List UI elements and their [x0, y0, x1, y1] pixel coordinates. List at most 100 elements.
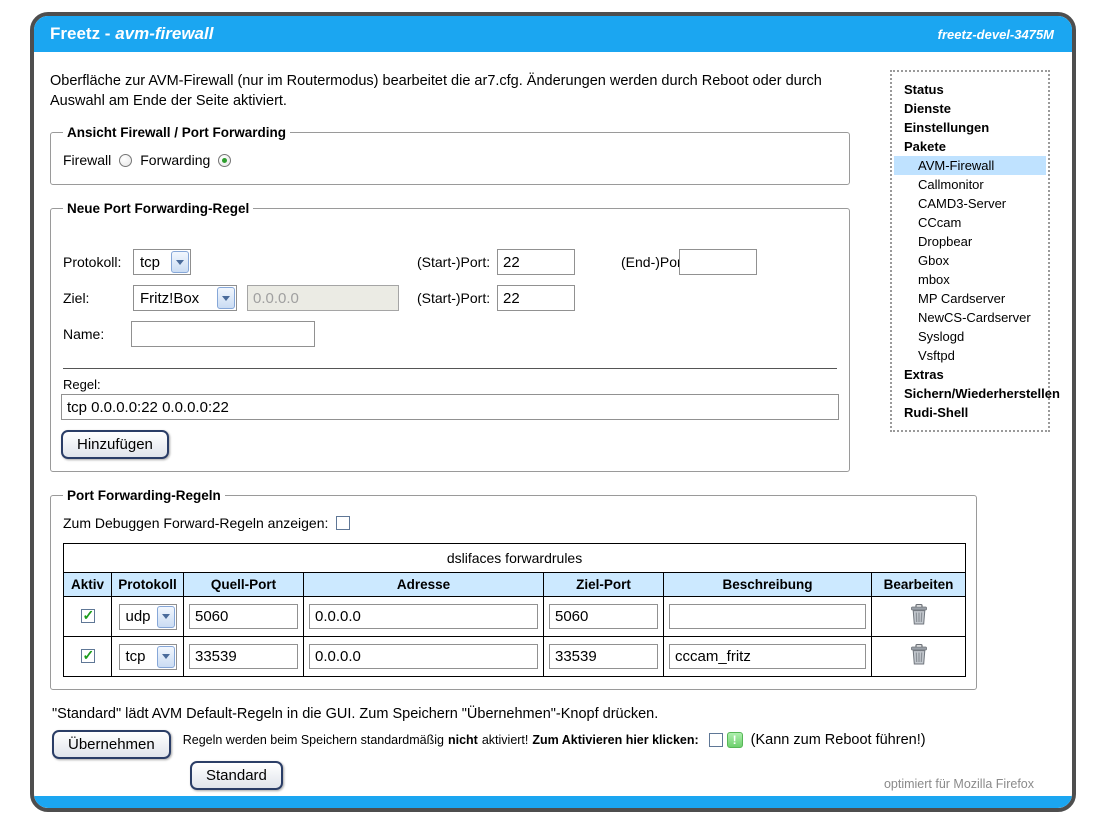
- ziel-port-input[interactable]: [497, 285, 575, 311]
- start-port-input[interactable]: [497, 249, 575, 275]
- sidebar-item-status[interactable]: Status: [894, 80, 1046, 99]
- end-port-input[interactable]: [679, 249, 757, 275]
- header-bar: Freetz - avm-firewall freetz-devel-3475M: [34, 16, 1072, 52]
- row-protokoll-select[interactable]: tcp: [119, 644, 177, 670]
- sidebar-item-avm-firewall[interactable]: AVM-Firewall: [894, 156, 1046, 175]
- sidebar-item-extras[interactable]: Extras: [894, 365, 1046, 384]
- table-row: udp: [64, 597, 966, 637]
- ziel-port-input[interactable]: [549, 604, 658, 629]
- sidebar-item-vsftpd[interactable]: Vsftpd: [894, 346, 1046, 365]
- delete-rule-button[interactable]: [909, 603, 929, 625]
- sidebar-item-camd3-server[interactable]: CAMD3-Server: [894, 194, 1046, 213]
- aktiv-checkbox[interactable]: [81, 609, 95, 623]
- chevron-down-icon[interactable]: [171, 251, 189, 273]
- browser-note: optimiert für Mozilla Firefox: [884, 777, 1034, 791]
- sidebar-item-pakete[interactable]: Pakete: [894, 137, 1046, 156]
- ziel-port-cell: [544, 597, 664, 637]
- name-row: Name:: [61, 316, 839, 352]
- activate-note: Regeln werden beim Speichern standardmäß…: [183, 732, 926, 748]
- ziel-port-label: (Start-)Port:: [417, 290, 490, 306]
- hinzufuegen-button[interactable]: Hinzufügen: [61, 430, 169, 459]
- col-header-ziel-port: Ziel-Port: [544, 573, 664, 597]
- quell-port-cell: [184, 637, 304, 677]
- beschreibung-input[interactable]: [669, 644, 866, 669]
- aktiv-cell: [64, 597, 112, 637]
- protokoll-label: Protokoll:: [63, 254, 121, 270]
- sidebar-item-rudi-shell[interactable]: Rudi-Shell: [894, 403, 1046, 422]
- table-header-row: Aktiv Protokoll Quell-Port Adresse Ziel-…: [64, 573, 966, 597]
- adresse-input[interactable]: [309, 644, 538, 669]
- forwarding-radio[interactable]: [218, 154, 231, 167]
- delete-rule-button[interactable]: [909, 643, 929, 665]
- ziel-port-input[interactable]: [549, 644, 658, 669]
- debug-checkbox[interactable]: [336, 516, 350, 530]
- firmware-version: freetz-devel-3475M: [938, 27, 1054, 42]
- sidebar-item-dropbear[interactable]: Dropbear: [894, 232, 1046, 251]
- sidebar-item-gbox[interactable]: Gbox: [894, 251, 1046, 270]
- col-header-quell-port: Quell-Port: [184, 573, 304, 597]
- sidebar-item-syslogd[interactable]: Syslogd: [894, 327, 1046, 346]
- row-protokoll-value: tcp: [126, 648, 146, 665]
- protokoll-row: Protokoll: tcp (Start-)Port: (End-)Port:: [61, 244, 839, 280]
- chevron-down-icon[interactable]: [157, 646, 175, 668]
- exclamation-icon[interactable]: !: [727, 732, 743, 748]
- sidebar-item-newcs-cardserver[interactable]: NewCS-Cardserver: [894, 308, 1046, 327]
- beschreibung-input[interactable]: [669, 604, 866, 629]
- activate-text-1: Regeln werden beim Speichern standardmäß…: [183, 733, 444, 747]
- standard-button[interactable]: Standard: [190, 761, 283, 790]
- adresse-input[interactable]: [309, 604, 538, 629]
- standard-hint: "Standard" lädt AVM Default-Regeln in di…: [52, 706, 1072, 722]
- trash-icon: [909, 603, 929, 625]
- ziel-row: Ziel: Fritz!Box (Start-)Port:: [61, 280, 839, 316]
- rules-fieldset: Port Forwarding-Regeln Zum Debuggen Forw…: [50, 488, 977, 690]
- sidebar-menu: Status Dienste Einstellungen Pakete AVM-…: [890, 70, 1050, 432]
- beschreibung-cell: [664, 637, 872, 677]
- name-input[interactable]: [131, 321, 315, 347]
- ziel-port-cell: [544, 637, 664, 677]
- sidebar-item-dienste[interactable]: Dienste: [894, 99, 1046, 118]
- adresse-cell: [304, 597, 544, 637]
- sidebar-item-callmonitor[interactable]: Callmonitor: [894, 175, 1046, 194]
- sidebar-item-einstellungen[interactable]: Einstellungen: [894, 118, 1046, 137]
- protokoll-cell: tcp: [112, 637, 184, 677]
- sidebar-item-cccam[interactable]: CCcam: [894, 213, 1046, 232]
- aktiv-cell: [64, 637, 112, 677]
- col-header-aktiv: Aktiv: [64, 573, 112, 597]
- row-protokoll-value: udp: [126, 608, 151, 625]
- sidebar-item-sichern[interactable]: Sichern/Wiederherstellen: [894, 384, 1046, 403]
- activate-checkbox[interactable]: [709, 733, 723, 747]
- trash-icon: [909, 643, 929, 665]
- protokoll-select-value: tcp: [140, 254, 160, 271]
- quell-port-input[interactable]: [189, 604, 298, 629]
- chevron-down-icon[interactable]: [217, 287, 235, 309]
- view-fieldset: Ansicht Firewall / Port Forwarding Firew…: [50, 125, 850, 185]
- reboot-warning: (Kann zum Reboot führen!): [751, 732, 926, 748]
- regel-input[interactable]: [61, 394, 839, 420]
- footer-bar: [34, 796, 1072, 808]
- uebernehmen-button[interactable]: Übernehmen: [52, 730, 171, 759]
- firewall-radio-label: Firewall: [63, 152, 111, 168]
- quell-port-input[interactable]: [189, 644, 298, 669]
- app-title: Freetz -: [50, 24, 115, 43]
- activate-bold-klicken: Zum Aktivieren hier klicken:: [532, 733, 698, 747]
- quell-port-cell: [184, 597, 304, 637]
- sidebar-item-mbox[interactable]: mbox: [894, 270, 1046, 289]
- sidebar-item-mp-cardserver[interactable]: MP Cardserver: [894, 289, 1046, 308]
- ziel-ip-input: [247, 285, 399, 311]
- rule-separator: [63, 368, 837, 369]
- adresse-cell: [304, 637, 544, 677]
- row-protokoll-select[interactable]: udp: [119, 604, 177, 630]
- protokoll-select[interactable]: tcp: [133, 249, 191, 275]
- ziel-select[interactable]: Fritz!Box: [133, 285, 237, 311]
- intro-text: Oberfläche zur AVM-Firewall (nur im Rout…: [50, 72, 872, 111]
- page-frame: Freetz - avm-firewall freetz-devel-3475M…: [30, 12, 1076, 812]
- aktiv-checkbox[interactable]: [81, 649, 95, 663]
- regel-label: Regel:: [63, 377, 839, 392]
- chevron-down-icon[interactable]: [157, 606, 175, 628]
- firewall-radio[interactable]: [119, 154, 132, 167]
- view-options: Firewall Forwarding: [61, 144, 839, 172]
- col-header-protokoll: Protokoll: [112, 573, 184, 597]
- ziel-label: Ziel:: [63, 290, 89, 306]
- page-name: avm-firewall: [115, 24, 213, 43]
- col-header-bearbeiten: Bearbeiten: [872, 573, 966, 597]
